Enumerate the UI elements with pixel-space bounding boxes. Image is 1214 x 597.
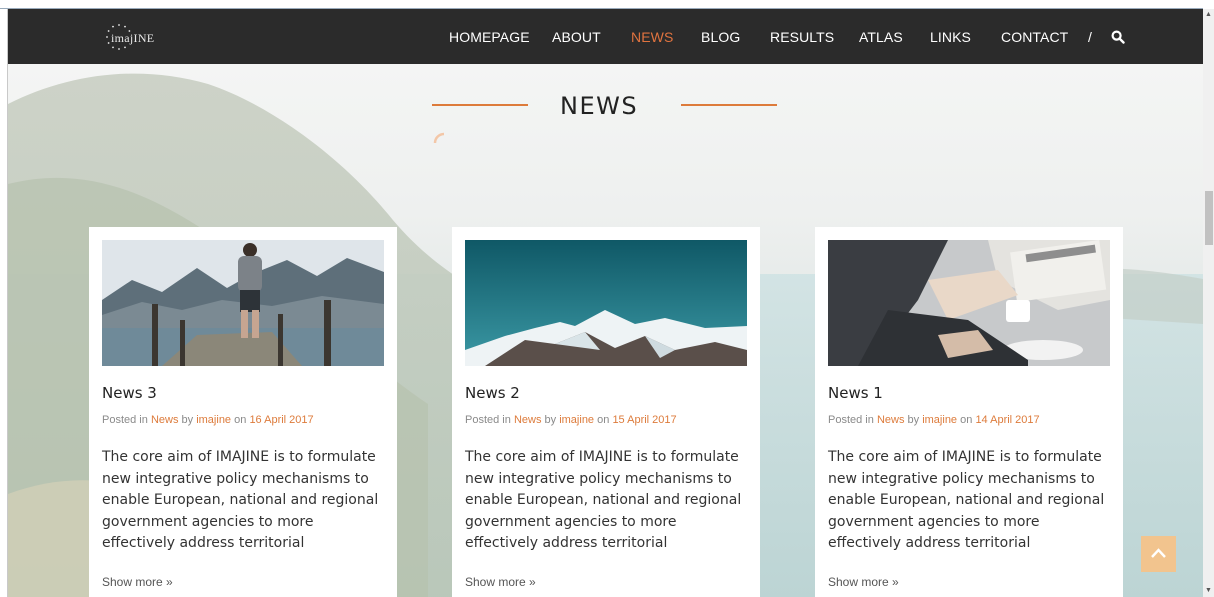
meta-category-link[interactable]: News [151,414,179,426]
news-excerpt: The core aim of IMAJINE is to formulate … [828,449,1105,551]
meta-category-link[interactable]: News [514,414,542,426]
news-card: News 3 Posted in News by imajine on 16 A… [89,227,397,597]
news-card: News 1 Posted in News by imajine on 14 A… [815,227,1123,597]
meta-on: on [960,414,973,426]
news-thumbnail-image[interactable] [102,240,384,366]
nav-item-contact[interactable]: CONTACT [1001,29,1068,45]
logo-text: imajINE [111,31,155,45]
news-title[interactable]: News 1 [828,384,883,402]
meta-date-link[interactable]: 14 April 2017 [975,414,1039,426]
nav-item-atlas[interactable]: ATLAS [859,29,903,45]
scrollbar-thumb[interactable] [1205,191,1213,245]
heading-rule-left [432,104,528,106]
news-excerpt: The core aim of IMAJINE is to formulate … [102,449,379,551]
meta-author-link[interactable]: imajine [559,414,594,426]
loading-spinner-icon [433,132,445,144]
nav-item-homepage[interactable]: HOMEPAGE [449,29,530,45]
meta-date-link[interactable]: 15 April 2017 [612,414,676,426]
scroll-up-arrow-icon[interactable]: ▲ [1203,9,1214,21]
search-icon[interactable] [1111,30,1125,44]
heading-rule-right [681,104,777,106]
meta-by: by [544,414,557,426]
meta-category-link[interactable]: News [877,414,905,426]
nav-item-results[interactable]: RESULTS [770,29,834,45]
page-scrollbar[interactable]: ▲ ▼ [1203,9,1214,597]
site-logo[interactable]: imajINE [105,23,165,51]
meta-on: on [234,414,247,426]
meta-date-link[interactable]: 16 April 2017 [249,414,313,426]
meta-posted-in: Posted in [465,414,511,426]
show-more-link[interactable]: Show more » [465,575,536,589]
meta-posted-in: Posted in [828,414,874,426]
nav-item-news[interactable]: NEWS [631,29,673,45]
back-to-top-button[interactable] [1141,536,1176,572]
news-excerpt: The core aim of IMAJINE is to formulate … [465,449,742,551]
chevron-up-icon [1151,548,1166,558]
meta-author-link[interactable]: imajine [196,414,231,426]
meta-by: by [907,414,920,426]
news-thumbnail-image[interactable] [828,240,1110,366]
nav-item-about[interactable]: ABOUT [552,29,601,45]
news-meta: Posted in News by imajine on 15 April 20… [465,414,677,426]
news-thumbnail-image[interactable] [465,240,747,366]
news-title[interactable]: News 2 [465,384,520,402]
show-more-link[interactable]: Show more » [102,575,173,589]
meta-author-link[interactable]: imajine [922,414,957,426]
news-meta: Posted in News by imajine on 16 April 20… [102,414,314,426]
meta-posted-in: Posted in [102,414,148,426]
show-more-link[interactable]: Show more » [828,575,899,589]
nav-separator: / [1088,29,1092,45]
nav-item-blog[interactable]: BLOG [701,29,740,45]
news-title[interactable]: News 3 [102,384,157,402]
news-card: News 2 Posted in News by imajine on 15 A… [452,227,760,597]
scroll-down-arrow-icon[interactable]: ▼ [1203,585,1214,597]
page-title: NEWS [560,92,639,120]
news-meta: Posted in News by imajine on 14 April 20… [828,414,1040,426]
top-navigation-bar: imajINE HOMEPAGE ABOUT NEWS BLOG RESULTS… [8,9,1203,64]
meta-on: on [597,414,610,426]
meta-by: by [181,414,194,426]
nav-item-links[interactable]: LINKS [930,29,971,45]
window-frame-left [0,9,8,597]
